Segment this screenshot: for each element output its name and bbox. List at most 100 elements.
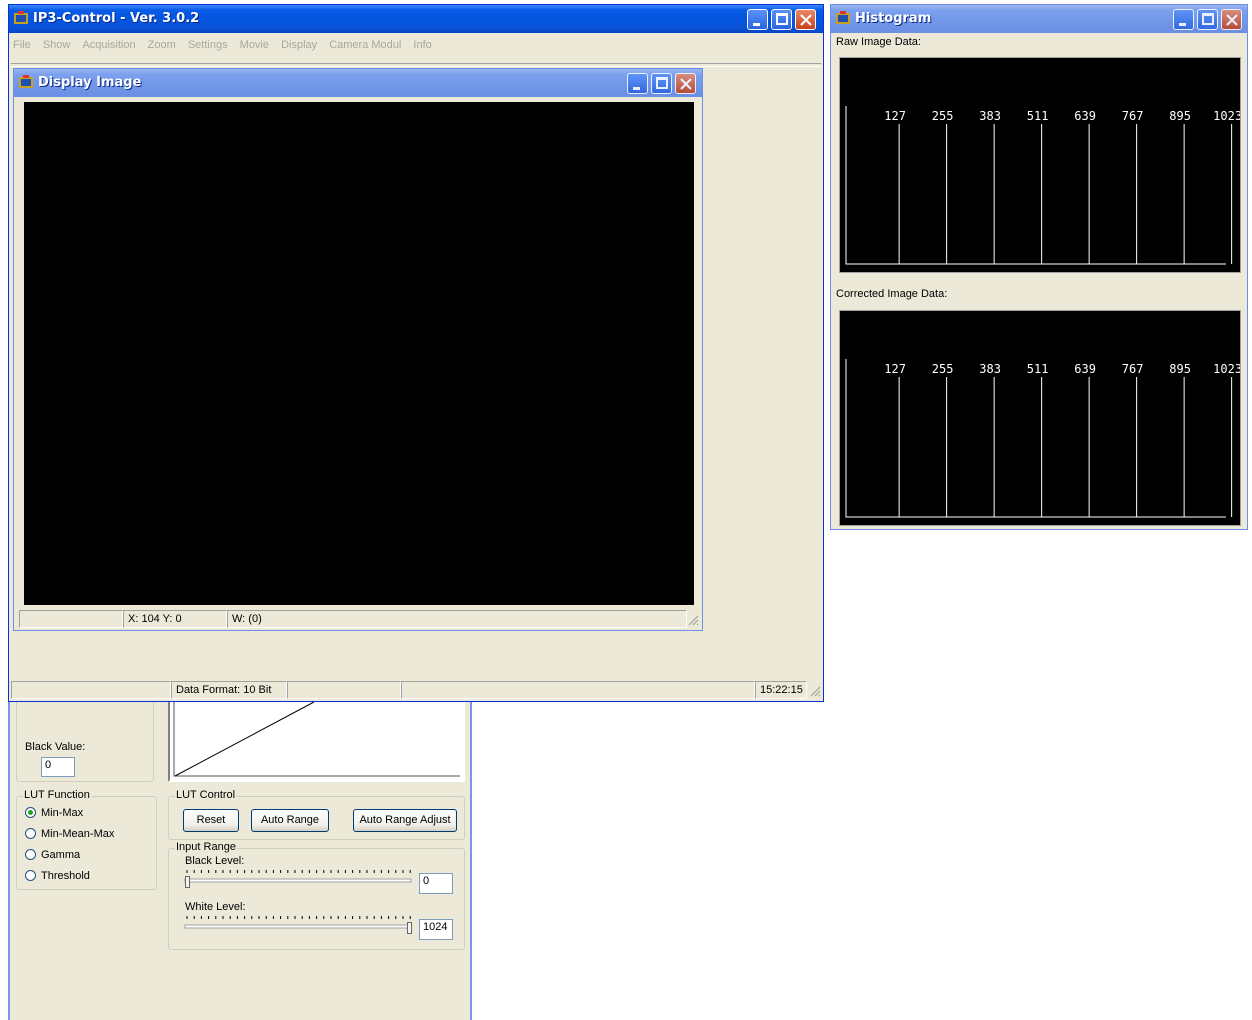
maximize-icon bbox=[1202, 13, 1214, 25]
display-window-title: Display Image bbox=[38, 75, 142, 90]
corrected-histogram-panel: 127 255 383 511 639 767 895 1023 bbox=[839, 310, 1242, 526]
menu-show[interactable]: Show bbox=[43, 39, 71, 51]
status-data-format: Data Format: 10 Bit bbox=[171, 681, 287, 699]
lut-curve-preview bbox=[168, 694, 465, 782]
histogram-tick-label: 1023 bbox=[1213, 109, 1240, 123]
radio-gamma-label: Gamma bbox=[41, 849, 81, 861]
radio-min-max[interactable]: Min-Max bbox=[25, 807, 83, 819]
lut-function-legend: LUT Function bbox=[23, 789, 91, 801]
menu-settings[interactable]: Settings bbox=[188, 39, 228, 51]
histogram-tick-label: 383 bbox=[979, 109, 1001, 123]
histogram-tick-label: 511 bbox=[1027, 362, 1049, 376]
radio-min-mean-max[interactable]: Min-Mean-Max bbox=[25, 828, 114, 840]
lut-control-legend: LUT Control bbox=[175, 789, 237, 801]
histogram-window-title: Histogram bbox=[855, 11, 932, 26]
maximize-icon bbox=[776, 13, 788, 25]
main-maximize-button[interactable] bbox=[771, 9, 792, 30]
histogram-tick-label: 1023 bbox=[1213, 362, 1240, 376]
display-titlebar[interactable]: Display Image bbox=[14, 69, 702, 97]
histogram-titlebar[interactable]: Histogram bbox=[831, 5, 1247, 33]
display-status-value: W: (0) bbox=[227, 610, 687, 628]
main-minimize-button[interactable] bbox=[747, 9, 768, 30]
white-level-label: White Level: bbox=[185, 901, 246, 913]
black-value-label: Black Value: bbox=[25, 741, 86, 753]
display-minimize-button[interactable] bbox=[627, 73, 648, 94]
app-icon bbox=[836, 11, 850, 24]
menu-info[interactable]: Info bbox=[413, 39, 431, 51]
histogram-tick-label: 255 bbox=[932, 109, 954, 123]
minimize-icon bbox=[1179, 23, 1186, 26]
input-range-group: Input Range Black Level: 0 White Level: … bbox=[168, 841, 465, 950]
main-menubar: File Show Acquisition Zoom Settings Movi… bbox=[13, 39, 441, 57]
radio-threshold[interactable]: Threshold bbox=[25, 870, 90, 882]
lut-curve-graph bbox=[173, 700, 460, 777]
histogram-tick-label: 127 bbox=[884, 362, 906, 376]
black-level-slider[interactable] bbox=[183, 869, 415, 891]
histogram-tick-label: 639 bbox=[1074, 109, 1096, 123]
display-status-coords: X: 104 Y: 0 bbox=[123, 610, 227, 628]
radio-min-max-label: Min-Max bbox=[41, 807, 84, 819]
status-time: 15:22:15 bbox=[755, 681, 807, 699]
white-level-input[interactable]: 1024 bbox=[419, 919, 453, 940]
menu-display[interactable]: Display bbox=[281, 39, 317, 51]
histogram-close-button[interactable] bbox=[1221, 9, 1242, 30]
minimize-icon bbox=[753, 23, 760, 26]
close-icon bbox=[800, 14, 812, 26]
raw-histogram-panel: 127 255 383 511 639 767 895 1023 bbox=[839, 57, 1242, 273]
black-level-slider-thumb[interactable] bbox=[185, 876, 190, 888]
radio-min-mean-max-label: Min-Mean-Max bbox=[41, 828, 115, 840]
auto-range-adjust-button[interactable]: Auto Range Adjust bbox=[353, 809, 457, 832]
slider-groove bbox=[184, 924, 412, 929]
radio-icon bbox=[25, 828, 36, 839]
radio-icon bbox=[25, 849, 36, 860]
histogram-tick-label: 511 bbox=[1027, 109, 1049, 123]
display-close-button[interactable] bbox=[675, 73, 696, 94]
black-level-label: Black Level: bbox=[185, 855, 245, 867]
histogram-tick-label: 127 bbox=[884, 109, 906, 123]
radio-gamma[interactable]: Gamma bbox=[25, 849, 80, 861]
white-level-slider[interactable] bbox=[183, 915, 415, 937]
menubar-divider bbox=[11, 63, 821, 67]
menu-file[interactable]: File bbox=[13, 39, 31, 51]
radio-threshold-label: Threshold bbox=[41, 870, 90, 882]
minimize-icon bbox=[633, 87, 640, 90]
white-level-slider-thumb[interactable] bbox=[407, 922, 412, 934]
slider-groove bbox=[184, 878, 412, 883]
lut-control-group: LUT Control Reset Auto Range Auto Range … bbox=[168, 789, 465, 840]
status-cell-empty bbox=[401, 681, 755, 699]
menu-acquisition[interactable]: Acquisition bbox=[82, 39, 135, 51]
display-maximize-button[interactable] bbox=[651, 73, 672, 94]
corrected-histogram-chart: 127 255 383 511 639 767 895 1023 bbox=[845, 359, 1242, 518]
main-titlebar[interactable]: IP3-Control - Ver. 3.0.2 bbox=[9, 5, 823, 33]
histogram-window: Histogram Raw Image Data: 127 255 383 511 63… bbox=[830, 4, 1248, 530]
resize-grip-icon[interactable] bbox=[687, 614, 699, 626]
close-icon bbox=[680, 78, 692, 90]
black-level-input[interactable]: 0 bbox=[419, 873, 453, 894]
maximize-icon bbox=[656, 77, 668, 89]
black-value-input[interactable]: 0 bbox=[41, 757, 75, 777]
menu-camera-modul[interactable]: Camera Modul bbox=[329, 39, 401, 51]
histogram-axis bbox=[845, 106, 1226, 265]
lut-panel-window: Black Value: 0 LUT Function Min-Max Min-… bbox=[8, 690, 472, 1020]
histogram-minimize-button[interactable] bbox=[1173, 9, 1194, 30]
histogram-tick-label: 767 bbox=[1122, 109, 1144, 123]
black-value-group: Black Value: 0 bbox=[16, 694, 154, 782]
auto-range-button[interactable]: Auto Range bbox=[251, 809, 329, 832]
menu-movie[interactable]: Movie bbox=[240, 39, 269, 51]
histogram-tick-label: 255 bbox=[932, 362, 954, 376]
histogram-tick-label: 767 bbox=[1122, 362, 1144, 376]
image-canvas[interactable] bbox=[24, 102, 694, 605]
histogram-maximize-button[interactable] bbox=[1197, 9, 1218, 30]
close-icon bbox=[1226, 14, 1238, 26]
histogram-tick-label: 895 bbox=[1169, 362, 1191, 376]
histogram-axis bbox=[845, 359, 1226, 518]
main-close-button[interactable] bbox=[795, 9, 816, 30]
black-level-slider-track bbox=[184, 870, 412, 883]
radio-selected-icon bbox=[25, 807, 36, 818]
display-status-empty bbox=[19, 610, 123, 628]
menu-zoom[interactable]: Zoom bbox=[148, 39, 176, 51]
resize-grip-icon[interactable] bbox=[809, 685, 821, 697]
reset-button[interactable]: Reset bbox=[183, 809, 239, 832]
corrected-image-data-label: Corrected Image Data: bbox=[836, 288, 948, 300]
input-range-legend: Input Range bbox=[175, 841, 237, 853]
